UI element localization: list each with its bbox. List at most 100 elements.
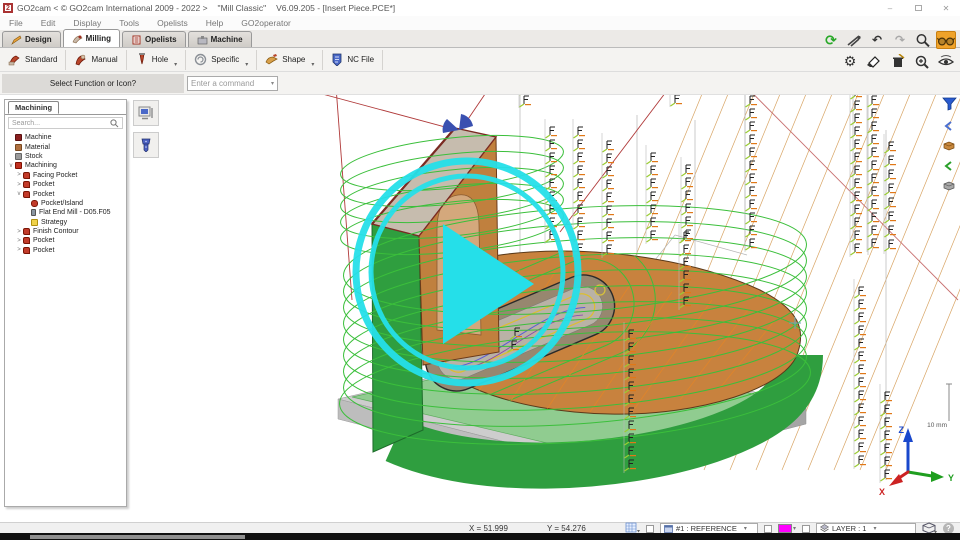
zoom-icon[interactable] (913, 31, 933, 49)
coordinate-y: Y = 54.276 (547, 524, 619, 533)
regenerate-icon[interactable]: ⟳ (821, 31, 841, 49)
monitor-play-icon (138, 106, 154, 120)
zoom-extents-icon[interactable] (912, 52, 932, 70)
part-solid-icon (942, 138, 956, 156)
list-icon (131, 35, 142, 45)
color-checkbox[interactable] (764, 525, 772, 533)
machine-icon (197, 35, 208, 45)
shape-button[interactable]: Shape▾ (257, 50, 323, 70)
tab-opelists[interactable]: Opelists (122, 31, 186, 47)
tree-item-material[interactable]: Material (7, 142, 125, 151)
video-progress-segment (30, 535, 245, 539)
ribbon-tabs: Design Milling Opelists Machine (0, 30, 960, 48)
tree-item-machining[interactable]: vMachining (7, 161, 125, 170)
tree-item-label: Machine (25, 134, 51, 141)
menu-item-file[interactable]: File (0, 18, 32, 28)
layer-checkbox[interactable] (802, 525, 810, 533)
tree-item-strategy[interactable]: Strategy (7, 218, 125, 227)
scale-ruler: 10 mm (927, 384, 952, 429)
display-filter-column (940, 97, 958, 196)
expand-arrow-icon[interactable]: > (15, 172, 23, 178)
standard-button[interactable]: Standard (0, 50, 66, 70)
command-bar: Select Function or Icon? Enter a command… (0, 72, 960, 95)
tree-item-pocket[interactable]: >Pocket (7, 236, 125, 245)
tree-item-pocket-island[interactable]: Pocket/Island (7, 199, 125, 208)
tree-item-pocket[interactable]: >Pocket (7, 246, 125, 255)
tab-machine[interactable]: Machine (188, 31, 252, 47)
hole-button[interactable]: Hole▾ (127, 50, 186, 70)
milling-tool-icon (72, 34, 83, 44)
manual-button[interactable]: Manual (66, 50, 126, 70)
view-rotate-eye-icon[interactable] (936, 52, 956, 70)
video-progress-strip[interactable] (0, 533, 960, 540)
strategy-icon (31, 219, 38, 226)
reference-checkbox[interactable] (646, 525, 654, 533)
undo-icon[interactable]: ↶ (867, 31, 887, 49)
axis-triad: Z Y X (879, 425, 954, 497)
tab-machining-panel[interactable]: Machining (8, 101, 59, 114)
tree-item-stock[interactable]: Stock (7, 152, 125, 161)
tree-item-label: Finish Contour (33, 228, 79, 235)
tree-search-input[interactable]: Search... (8, 117, 123, 129)
scale-label: 10 mm (927, 422, 947, 429)
app-logo-icon: 2 (3, 3, 13, 13)
tree-item-pocket[interactable]: >Pocket (7, 180, 125, 189)
tree-item-finish-contour[interactable]: > Finish Contour (7, 227, 125, 236)
tab-design[interactable]: Design (2, 31, 61, 47)
expand-arrow-icon[interactable]: v (15, 191, 23, 197)
menu-item-display[interactable]: Display (64, 18, 110, 28)
pocket-icon (23, 237, 30, 244)
filter-funnel-icon[interactable] (942, 97, 957, 116)
tree-item-facing-pocket[interactable]: >Facing Pocket (7, 171, 125, 180)
specific-button[interactable]: Specific▾ (186, 50, 257, 70)
measure-caliper-icon[interactable] (844, 31, 864, 49)
close-button[interactable]: ✕ (932, 0, 960, 16)
standard-tool-icon (8, 53, 21, 66)
quick-toolbar-top: ⟳ ↶ ↷ (821, 31, 956, 49)
simulation-button[interactable] (133, 100, 159, 126)
expand-arrow-icon[interactable]: v (7, 163, 15, 169)
menu-item-edit[interactable]: Edit (32, 18, 65, 28)
tab-milling[interactable]: Milling (63, 29, 120, 47)
tree-item-flat-end-mill-d05-f05[interactable]: Flat End Mill - D05.F05 (7, 208, 125, 217)
collapse-part-blue-icon[interactable] (943, 118, 955, 136)
eraser-icon[interactable] (864, 52, 884, 70)
chevron-down-icon: ▾ (245, 61, 248, 70)
pocket-icon (23, 247, 30, 254)
current-color-select[interactable]: ▾ (778, 524, 796, 533)
shaded-view-glasses-icon[interactable] (936, 31, 956, 49)
chevron-down-icon: ▾ (873, 525, 876, 532)
go2cam-window: 10 mm Z Y X 2 GO2cam < © GO2cam Internat… (0, 0, 960, 540)
expand-arrow-icon[interactable]: > (15, 229, 23, 235)
delete-toolpath-icon[interactable] (888, 52, 908, 70)
minimize-button[interactable]: – (876, 0, 904, 16)
chevron-down-icon: ▾ (744, 525, 747, 532)
tool-manager-button[interactable] (133, 132, 159, 158)
redo-icon[interactable]: ↷ (890, 31, 910, 49)
menu-item-go2operator[interactable]: GO2operator (232, 18, 300, 28)
tree-item-label: Pocket/Island (41, 200, 83, 207)
origin-marker (443, 114, 473, 133)
machining-settings-icon[interactable]: ⚙ (840, 52, 860, 70)
tree-item-pocket[interactable]: vPocket (7, 189, 125, 198)
nc-file-button[interactable]: NC File (323, 50, 383, 70)
pencil-icon (11, 35, 22, 45)
material-icon (15, 144, 22, 151)
maximize-button[interactable] (904, 0, 932, 16)
stock-icon (15, 153, 22, 160)
command-placeholder: Enter a command (191, 79, 254, 88)
plane-icon (664, 525, 673, 533)
expand-arrow-icon[interactable]: > (15, 238, 23, 244)
expand-arrow-icon[interactable]: > (15, 182, 23, 188)
command-input[interactable]: Enter a command ▾ (187, 76, 278, 91)
chevron-down-icon: ▾ (311, 61, 314, 70)
tree-item-machine[interactable]: Machine (7, 133, 125, 142)
milling-toolbar: Standard Manual Hole▾ Specific▾ Shape▾ N… (0, 48, 960, 72)
menu-item-opelists[interactable]: Opelists (148, 18, 197, 28)
menu-item-help[interactable]: Help (197, 18, 232, 28)
tool-holder-icon (140, 138, 152, 152)
pocket-icon (23, 181, 30, 188)
expand-arrow-icon[interactable]: > (15, 247, 23, 253)
collapse-part-green-icon[interactable] (943, 158, 955, 176)
menu-item-tools[interactable]: Tools (110, 18, 148, 28)
